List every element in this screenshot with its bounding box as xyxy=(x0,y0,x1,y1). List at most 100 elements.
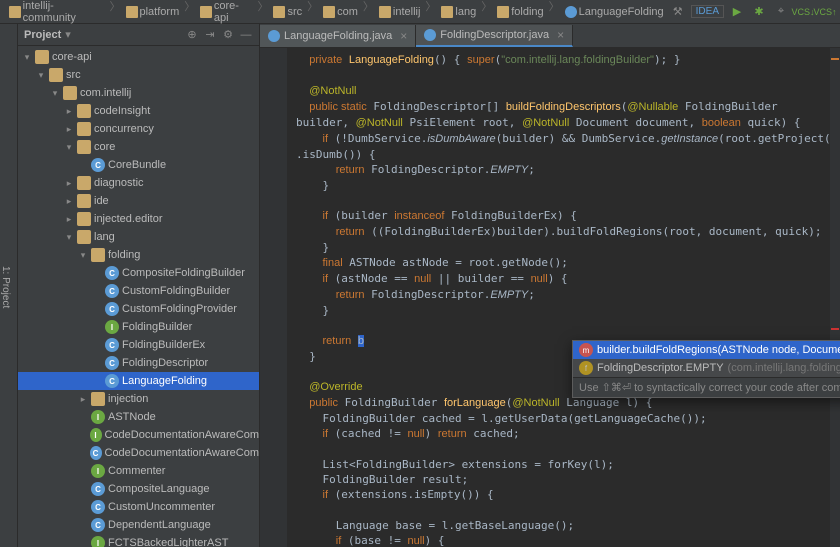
tree-node[interactable]: CCustomFoldingBuilder xyxy=(18,282,259,300)
tree-node-label: Commenter xyxy=(108,465,165,477)
completion-kind-icon: f xyxy=(579,361,593,375)
tree-node[interactable]: ▸ injection xyxy=(18,390,259,408)
scroll-from-source-icon[interactable]: ⊕ xyxy=(185,28,199,42)
tree-node[interactable]: CCustomUncommenter xyxy=(18,498,259,516)
folder-icon xyxy=(126,6,138,18)
tree-node[interactable]: CFoldingDescriptor xyxy=(18,354,259,372)
expand-arrow-icon[interactable]: ▸ xyxy=(64,178,74,189)
expand-arrow-icon[interactable]: ▸ xyxy=(64,196,74,207)
tree-node[interactable]: CCompositeLanguage xyxy=(18,480,259,498)
cls-icon: C xyxy=(91,500,105,514)
tree-node-label: CompositeFoldingBuilder xyxy=(122,267,245,279)
code-content[interactable]: private LanguageFolding() { super("com.i… xyxy=(288,48,840,547)
breadcrumb-item[interactable]: com xyxy=(320,0,361,26)
breadcrumb-item[interactable]: src xyxy=(270,0,305,26)
tree-node[interactable]: CLanguageFolding xyxy=(18,372,259,390)
tree-node[interactable]: ▾core xyxy=(18,138,259,156)
pkg-icon xyxy=(77,176,91,190)
tree-node[interactable]: ▸codeInsight xyxy=(18,102,259,120)
tree-node[interactable]: ▸ide xyxy=(18,192,259,210)
project-tool-tab[interactable]: 1: Project xyxy=(0,24,18,547)
tree-node[interactable]: CFoldingBuilderEx xyxy=(18,336,259,354)
folder-icon xyxy=(49,68,63,82)
tree-node[interactable]: ▾ lang xyxy=(18,228,259,246)
cls-icon: C xyxy=(90,446,102,460)
tree-node[interactable]: IFoldingBuilder xyxy=(18,318,259,336)
build-icon[interactable]: ⚒ xyxy=(669,3,687,21)
navigation-bar: intellij-community〉platform〉core-api〉src… xyxy=(0,0,840,24)
breadcrumb-item[interactable]: intellij xyxy=(376,0,424,26)
vcs-commit-icon[interactable]: VCS↑ xyxy=(816,3,834,21)
tree-node[interactable]: CCustomFoldingProvider xyxy=(18,300,259,318)
tree-node-label: CodeDocumentationAwareCom xyxy=(105,447,260,459)
toolbar-right: ⚒ IDEA ▶ ✱ ⌖ VCS↓ VCS↑ xyxy=(669,3,834,21)
breadcrumb-item[interactable]: platform xyxy=(123,0,183,26)
debug-icon[interactable]: ✱ xyxy=(750,3,768,21)
tree-node[interactable]: ▾com.intellij xyxy=(18,84,259,102)
completion-item[interactable]: fFoldingDescriptor.EMPTY (com.intellij.l… xyxy=(573,359,840,377)
tree-node-label: injection xyxy=(108,393,148,405)
cls-icon: C xyxy=(105,266,119,280)
close-tab-icon[interactable]: × xyxy=(400,29,407,43)
intf-icon: I xyxy=(91,536,105,547)
close-tab-icon[interactable]: × xyxy=(557,28,564,42)
tree-node[interactable]: ▾core-api xyxy=(18,48,259,66)
expand-arrow-icon[interactable]: ▾ xyxy=(36,70,46,81)
tree-node[interactable]: IFCTSBackedLighterAST xyxy=(18,534,259,547)
tree-node-label: concurrency xyxy=(94,123,154,135)
breadcrumb-item[interactable]: folding xyxy=(494,0,546,26)
expand-arrow-icon[interactable]: ▾ xyxy=(22,52,32,63)
tree-node[interactable]: ICodeDocumentationAwareCom xyxy=(18,426,259,444)
expand-arrow-icon[interactable]: ▾ xyxy=(50,88,60,99)
tree-node-label: injected.editor xyxy=(94,213,163,225)
tree-node[interactable]: ICommenter xyxy=(18,462,259,480)
tree-node-label: CompositeLanguage xyxy=(108,483,210,495)
tree-node-label: lang xyxy=(94,231,115,243)
tree-node-label: FCTSBackedLighterAST xyxy=(108,537,228,547)
expand-arrow-icon[interactable]: ▾ xyxy=(78,250,88,261)
tree-node[interactable]: CDependentLanguage xyxy=(18,516,259,534)
breadcrumb-item[interactable]: lang xyxy=(438,0,479,26)
error-stripe[interactable] xyxy=(830,48,840,547)
project-tree[interactable]: ▾core-api▾src▾com.intellij▸codeInsight▸c… xyxy=(18,46,259,547)
tree-node[interactable]: CCoreBundle xyxy=(18,156,259,174)
tree-node-label: CustomFoldingBuilder xyxy=(122,285,230,297)
expand-arrow-icon[interactable]: ▾ xyxy=(64,232,74,243)
tree-node-label: FoldingDescriptor xyxy=(122,357,208,369)
gear-icon[interactable]: ⚙ xyxy=(221,28,235,42)
expand-arrow-icon[interactable]: ▸ xyxy=(78,394,88,405)
tree-node[interactable]: CCompositeFoldingBuilder xyxy=(18,264,259,282)
run-config-selector[interactable]: IDEA xyxy=(691,5,724,18)
project-panel: Project ▾ ⊕ ⇥ ⚙ — ▾core-api▾src▾com.inte… xyxy=(18,24,260,547)
dropdown-icon[interactable]: ▾ xyxy=(65,28,71,41)
tree-node[interactable]: CCodeDocumentationAwareCom xyxy=(18,444,259,462)
completion-kind-icon: m xyxy=(579,343,593,357)
expand-arrow-icon[interactable]: ▸ xyxy=(64,124,74,135)
expand-arrow-icon[interactable]: ▾ xyxy=(64,142,74,153)
hide-icon[interactable]: — xyxy=(239,28,253,42)
folder-icon xyxy=(9,6,21,18)
tree-node-label: ASTNode xyxy=(108,411,156,423)
code-editor[interactable]: private LanguageFolding() { super("com.i… xyxy=(260,48,840,547)
editor-tab[interactable]: FoldingDescriptor.java× xyxy=(416,25,573,47)
cls-icon: C xyxy=(105,284,119,298)
vcs-update-icon[interactable]: VCS↓ xyxy=(794,3,812,21)
expand-arrow-icon[interactable]: ▸ xyxy=(64,106,74,117)
search-icon[interactable]: ⌖ xyxy=(772,3,790,21)
tree-node[interactable]: IASTNode xyxy=(18,408,259,426)
completion-popup[interactable]: mbuilder.buildFoldRegions(ASTNode node, … xyxy=(572,340,840,398)
breadcrumb-item[interactable]: intellij-community xyxy=(6,0,108,26)
tree-node[interactable]: ▸diagnostic xyxy=(18,174,259,192)
breadcrumb-item[interactable]: core-api xyxy=(197,0,255,26)
breadcrumb-item[interactable]: LanguageFolding xyxy=(562,0,667,26)
tree-node[interactable]: ▸ injected.editor xyxy=(18,210,259,228)
editor-tab[interactable]: LanguageFolding.java× xyxy=(260,25,416,47)
completion-item[interactable]: mbuilder.buildFoldRegions(ASTNode node, … xyxy=(573,341,840,359)
folder-icon xyxy=(323,6,335,18)
expand-arrow-icon[interactable]: ▸ xyxy=(64,214,74,225)
tree-node[interactable]: ▾folding xyxy=(18,246,259,264)
tree-node[interactable]: ▸ concurrency xyxy=(18,120,259,138)
run-icon[interactable]: ▶ xyxy=(728,3,746,21)
tree-node[interactable]: ▾src xyxy=(18,66,259,84)
collapse-icon[interactable]: ⇥ xyxy=(203,28,217,42)
